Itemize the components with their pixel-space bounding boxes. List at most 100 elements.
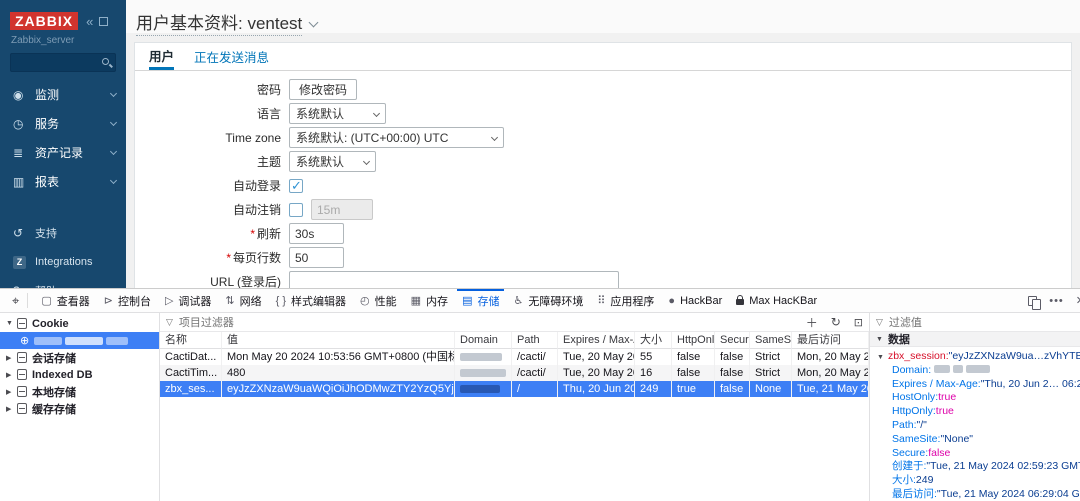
devtools-tab-console[interactable]: ⊳控制台	[97, 289, 158, 313]
page-title[interactable]: 用户基本资料: ventest	[136, 9, 302, 36]
zabbix-logo[interactable]: ZABBIX	[10, 12, 78, 30]
autologout-input[interactable]	[311, 199, 373, 220]
column-header[interactable]: 名称	[160, 332, 222, 349]
storage-icon: ▤	[462, 294, 472, 307]
tree-item-cookie[interactable]: ▼ Cookie	[0, 315, 159, 332]
twisty-closed-icon[interactable]: ▶	[6, 354, 17, 362]
detail-entry[interactable]: 大小249	[870, 474, 1080, 488]
server-name: Zabbix_server	[0, 30, 126, 46]
autologout-checkbox[interactable]	[289, 203, 303, 217]
censored-domain	[455, 349, 512, 365]
detail-entry[interactable]: ▼zbx_session"eyJzZXNzaW9ua…zVhYTBhIn0%3D	[870, 350, 1080, 364]
autologin-checkbox[interactable]	[289, 179, 303, 193]
autologout-label: 自动注销	[149, 201, 281, 218]
change-password-button[interactable]: 修改密码	[289, 79, 357, 100]
element-picker-icon[interactable]: ⌖	[12, 293, 19, 309]
search-icon[interactable]	[102, 58, 109, 65]
censored-host	[65, 337, 103, 345]
detail-entry[interactable]: Securefalse	[870, 447, 1080, 461]
twisty-closed-icon[interactable]: ▶	[6, 388, 17, 396]
sidebar-item-reports[interactable]: ▥ 报表	[0, 167, 126, 196]
devtools-tab-accessibility[interactable]: ♿无障碍环境	[506, 289, 590, 313]
zabbix-main: 用户基本资料: ventest 用户 正在发送消息 密码 修改密码 语言 系统默…	[126, 0, 1080, 289]
sidebar-item-monitoring[interactable]: ◉ 监测	[0, 80, 126, 109]
add-item-icon[interactable]: ＋	[806, 314, 818, 331]
tree-item-indexed-db[interactable]: ▶ Indexed DB	[0, 366, 159, 383]
devtools-tab-performance[interactable]: ◴性能	[353, 289, 404, 313]
column-header[interactable]: 最后访问	[792, 332, 869, 349]
column-header[interactable]: 值	[222, 332, 455, 349]
cookie-row[interactable]: CactiTim... 480 /cacti/ Tue, 20 May 2025…	[160, 365, 869, 381]
sidebar-collapse-icon[interactable]: «	[86, 14, 93, 29]
storage-type-icon	[17, 318, 27, 329]
stopwatch-icon: ◷	[13, 117, 35, 131]
cookie-row-selected[interactable]: zbx_ses... eyJzZXNzaW9uaWQiOiJhODMwZTY2Y…	[160, 381, 869, 397]
detail-entry[interactable]: 最后访问"Tue, 21 May 2024 06:29:04 GMT"	[870, 488, 1080, 501]
tab-user[interactable]: 用户	[149, 43, 174, 70]
tree-item-session-storage[interactable]: ▶ 会话存储	[0, 349, 159, 366]
devtools-tab-application[interactable]: ⠿应用程序	[590, 289, 661, 313]
detail-entry[interactable]: HttpOnlytrue	[870, 405, 1080, 419]
column-header[interactable]: Expires / Max-Age	[558, 332, 635, 349]
chevron-down-icon	[110, 89, 117, 96]
zabbix-sidebar: ZABBIX « Zabbix_server ◉ 监测 ◷ 服务	[0, 0, 126, 289]
sidebar-item-integrations[interactable]: Z Integrations	[0, 247, 126, 276]
profile-tabs: 用户 正在发送消息	[135, 43, 1071, 71]
column-header[interactable]: HttpOnly	[672, 332, 715, 349]
url-label: URL (登录后)	[149, 273, 281, 289]
refresh-items-icon[interactable]: ↻	[831, 315, 841, 329]
title-chevron-icon[interactable]	[309, 18, 319, 28]
sidebar-pin-icon[interactable]	[99, 17, 108, 26]
theme-select[interactable]: 系统默认	[289, 151, 376, 172]
column-header[interactable]: Path	[512, 332, 558, 349]
detail-entry[interactable]: Path"/"	[870, 419, 1080, 433]
detail-entry[interactable]: SameSite"None"	[870, 433, 1080, 447]
twisty-closed-icon[interactable]: ▶	[6, 405, 17, 413]
devtools-tab-hackbar[interactable]: ●HackBar	[661, 289, 729, 313]
column-header[interactable]: Secure	[715, 332, 750, 349]
close-icon[interactable]: ✕	[1076, 294, 1080, 307]
tree-item-cache-storage[interactable]: ▶ 缓存存储	[0, 400, 159, 417]
sidebar-item-services[interactable]: ◷ 服务	[0, 109, 126, 138]
sidebar-item-inventory[interactable]: ≣ 资产记录	[0, 138, 126, 167]
values-filter-input[interactable]: 过滤值	[889, 314, 922, 330]
detail-entry[interactable]: Expires / Max-Age"Thu, 20 Jun 2… 06:29:0…	[870, 378, 1080, 392]
cookie-row[interactable]: CactiDat... Mon May 20 2024 10:53:56 GMT…	[160, 349, 869, 365]
refresh-input[interactable]	[289, 223, 344, 244]
censored-domain	[455, 365, 512, 381]
screen: ZABBIX « Zabbix_server ◉ 监测 ◷ 服务	[0, 0, 1080, 501]
column-header[interactable]: Domain	[455, 332, 512, 349]
twisty-closed-icon[interactable]: ▶	[6, 371, 17, 379]
devtools-tab-max-hackbar[interactable]: Max HacKBar	[729, 289, 824, 313]
tab-messaging[interactable]: 正在发送消息	[194, 43, 269, 70]
data-section-header[interactable]: ▼ 数据	[870, 332, 1080, 347]
devtools-tab-debugger[interactable]: ▷调试器	[158, 289, 218, 313]
devtools-tab-network[interactable]: ⇅网络	[218, 289, 268, 313]
tree-item-local-storage[interactable]: ▶ 本地存储	[0, 383, 159, 400]
detail-entry[interactable]: Domain	[870, 364, 1080, 378]
censored-host	[106, 337, 128, 345]
column-header[interactable]: 大小	[635, 332, 672, 349]
storage-type-icon	[17, 403, 27, 414]
items-filter-input[interactable]: 项目过滤器	[179, 314, 234, 330]
devtools-tab-style-editor[interactable]: { }样式编辑器	[269, 289, 353, 313]
sidebar-search-input[interactable]	[10, 53, 116, 72]
twisty-open-icon[interactable]: ▼	[6, 320, 17, 327]
devtools-menu-icon[interactable]: •••	[1049, 295, 1064, 307]
responsive-mode-icon[interactable]	[1028, 296, 1037, 306]
timezone-select[interactable]: 系统默认: (UTC+00:00) UTC	[289, 127, 504, 148]
eye-icon: ◉	[13, 88, 35, 102]
detail-entry[interactable]: HostOnlytrue	[870, 391, 1080, 405]
column-header[interactable]: SameSite	[750, 332, 792, 349]
devtools-tab-storage[interactable]: ▤存储	[455, 289, 506, 313]
devtools-tab-inspector[interactable]: ▢查看器	[34, 289, 96, 313]
rows-per-page-input[interactable]	[289, 247, 344, 268]
devtools-tab-memory[interactable]: ▦内存	[404, 289, 455, 313]
url-after-login-input[interactable]	[289, 271, 619, 289]
tree-item-cookie-host[interactable]: ⊕	[0, 332, 159, 349]
detail-entry[interactable]: 创建于"Tue, 21 May 2024 02:59:23 GMT"	[870, 460, 1080, 474]
sidebar-item-support[interactable]: ↺ 支持	[0, 218, 126, 247]
cookie-table: ▽ 项目过滤器 ＋ ↻ ⊡ 名称 值 Domain Path Expires /…	[160, 313, 870, 501]
variables-view-icon[interactable]: ⊡	[854, 316, 863, 329]
language-select[interactable]: 系统默认	[289, 103, 386, 124]
